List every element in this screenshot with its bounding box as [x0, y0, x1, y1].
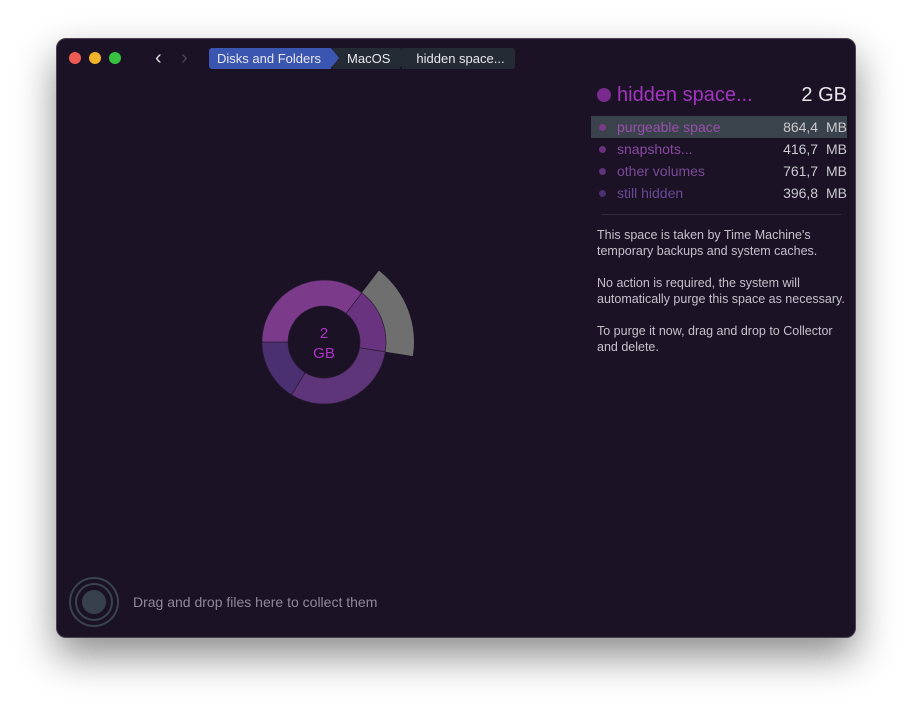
color-dot	[597, 88, 611, 102]
details-panel: hidden space... 2 GB purgeable space 864,…	[591, 83, 847, 371]
item-size: 761,7 MB	[783, 163, 847, 179]
item-size: 416,7 MB	[783, 141, 847, 157]
color-dot	[599, 123, 606, 131]
divider	[601, 214, 841, 215]
description-paragraph: To purge it now, drag and drop to Collec…	[597, 324, 833, 354]
list-item[interactable]: other volumes 761,7 MB	[591, 160, 847, 182]
slice-purgeable-space[interactable]	[261, 279, 363, 343]
app-window: ‹ › Disks and Folders MacOS hidden space…	[56, 38, 856, 638]
panel-header: hidden space... 2 GB	[591, 83, 847, 107]
description: This space is taken by Time Machine's te…	[591, 227, 847, 355]
center-label-unit: GB	[313, 345, 335, 362]
collector-drop-target[interactable]	[69, 577, 119, 627]
item-list: purgeable space 864,4 MB snapshots... 416,7…	[591, 116, 847, 204]
item-size: 864,4 MB	[783, 119, 847, 135]
color-dot	[599, 167, 606, 175]
item-label: purgeable space	[617, 119, 721, 135]
collector-hint: Drag and drop files here to collect them	[133, 594, 378, 610]
panel-title: hidden space...	[617, 83, 753, 106]
item-label: snapshots...	[617, 141, 693, 157]
description-paragraph: No action is required, the system will a…	[597, 276, 845, 306]
panel-size: 2 GB	[801, 83, 847, 106]
color-dot	[599, 189, 606, 197]
center-label-value: 2	[320, 325, 328, 342]
item-label: other volumes	[617, 163, 705, 179]
description-paragraph: This space is taken by Time Machine's te…	[597, 228, 818, 258]
item-size: 396,8 MB	[783, 185, 847, 201]
color-dot	[599, 145, 606, 153]
list-item[interactable]: snapshots... 416,7 MB	[591, 138, 847, 160]
list-item[interactable]: still hidden 396,8 MB	[591, 182, 847, 204]
list-item[interactable]: purgeable space 864,4 MB	[591, 116, 847, 138]
item-label: still hidden	[617, 185, 684, 201]
slice-other-volumes[interactable]	[291, 347, 386, 405]
